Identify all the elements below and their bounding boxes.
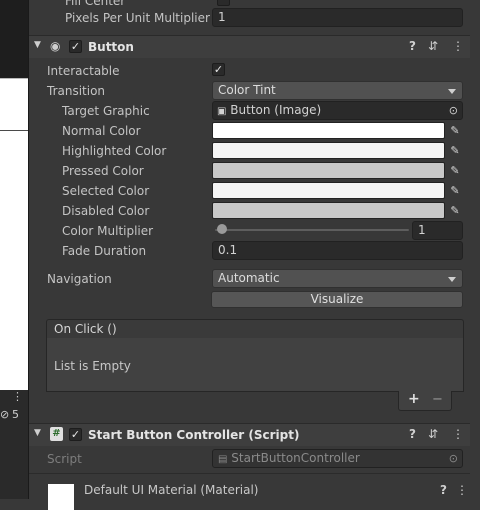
navigation-dropdown[interactable]: Automatic	[212, 269, 463, 288]
onclick-empty-text: List is Empty	[54, 359, 131, 373]
material-preview	[48, 484, 74, 510]
scene-canvas	[0, 78, 28, 391]
fill-center-checkbox[interactable]	[217, 0, 230, 6]
ppu-field[interactable]: 1	[212, 8, 463, 27]
settings-icon[interactable]: ⇵	[428, 39, 438, 53]
color-multiplier-field[interactable]: 1	[412, 221, 463, 240]
color-multiplier-thumb[interactable]	[217, 224, 227, 234]
foldout-arrow-icon[interactable]: ▼	[34, 428, 41, 438]
eyedropper-icon[interactable]: ✎	[447, 182, 463, 199]
eyedropper-icon[interactable]: ✎	[447, 162, 463, 179]
button-component-title: Button	[88, 40, 134, 54]
eyedropper-icon[interactable]: ✎	[447, 122, 463, 139]
material-separator	[29, 473, 470, 474]
help-icon[interactable]: ?	[409, 39, 416, 53]
help-icon[interactable]: ?	[440, 483, 447, 497]
interactable-label: Interactable	[47, 64, 120, 78]
scene-line	[0, 130, 28, 131]
target-graphic-value: Button (Image)	[230, 103, 322, 117]
settings-icon[interactable]: ⇵	[428, 427, 438, 441]
script-field: ▤ StartButtonController ⊙	[212, 449, 463, 468]
navigation-value: Automatic	[218, 271, 280, 285]
script-component-title: Start Button Controller (Script)	[88, 428, 300, 442]
script-file-icon: ▤	[218, 454, 228, 465]
visualize-button[interactable]: Visualize	[211, 291, 463, 308]
csharp-script-icon: #	[50, 427, 63, 441]
color-swatch[interactable]	[212, 182, 445, 199]
transition-value: Color Tint	[218, 83, 276, 97]
script-component-header[interactable]: ▼ # ✓ Start Button Controller (Script) ?…	[29, 423, 470, 446]
navigation-label: Navigation	[47, 272, 112, 286]
more-icon[interactable]: ⋮	[12, 390, 23, 403]
color-row-label: Highlighted Color	[62, 144, 167, 158]
image-icon: ▣	[217, 106, 227, 117]
remove-event-button[interactable]: −	[432, 392, 443, 407]
onclick-list: List is Empty	[46, 338, 464, 392]
onclick-footer: + −	[398, 391, 452, 411]
script-value: StartButtonController	[231, 451, 360, 465]
hidden-visibility-icon[interactable]: ⊘	[0, 408, 9, 421]
layer-count-badge: 5	[12, 408, 19, 421]
eyedropper-icon[interactable]: ✎	[447, 202, 463, 219]
onclick-header: On Click ()	[46, 319, 464, 339]
fade-duration-field[interactable]: 0.1	[212, 241, 463, 260]
fade-duration-label: Fade Duration	[62, 244, 147, 258]
button-component-header[interactable]: ▼ ◉ ✓ Button ? ⇵ ⋮	[29, 35, 470, 58]
script-enabled-checkbox[interactable]: ✓	[69, 428, 82, 441]
foldout-arrow-icon[interactable]: ▼	[34, 40, 41, 50]
add-event-button[interactable]: +	[408, 391, 420, 407]
transition-label: Transition	[47, 84, 106, 98]
color-swatch[interactable]	[212, 202, 445, 219]
color-multiplier-track[interactable]	[215, 229, 409, 231]
button-component-icon: ◉	[50, 39, 61, 53]
object-picker-icon: ⊙	[448, 452, 458, 465]
chevron-down-icon	[448, 277, 456, 282]
onclick-title: On Click ()	[54, 322, 117, 336]
hierarchy-panel: ⋮ ⊘ 5	[0, 390, 28, 499]
material-title: Default UI Material (Material)	[84, 483, 259, 497]
more-icon[interactable]: ⋮	[452, 39, 464, 53]
color-row-label: Pressed Color	[62, 164, 144, 178]
more-icon[interactable]: ⋮	[452, 427, 464, 441]
button-enabled-checkbox[interactable]: ✓	[69, 40, 82, 53]
color-row-label: Normal Color	[62, 124, 141, 138]
color-swatch[interactable]	[212, 162, 445, 179]
more-icon[interactable]: ⋮	[456, 483, 468, 497]
color-swatch[interactable]	[212, 142, 445, 159]
color-swatch[interactable]	[212, 122, 445, 139]
chevron-down-icon	[448, 89, 456, 94]
script-label: Script	[47, 452, 82, 466]
color-row-label: Selected Color	[62, 184, 150, 198]
interactable-checkbox[interactable]: ✓	[212, 63, 225, 76]
target-graphic-label: Target Graphic	[62, 104, 150, 118]
target-graphic-field[interactable]: ▣ Button (Image) ⊙	[212, 101, 463, 120]
eyedropper-icon[interactable]: ✎	[447, 142, 463, 159]
scene-background	[0, 0, 28, 78]
ppu-label: Pixels Per Unit Multiplier	[65, 11, 210, 25]
fill-center-label: Fill Center	[65, 0, 126, 8]
color-row-label: Disabled Color	[62, 204, 150, 218]
scene-view-strip: ⋮ ⊘ 5	[0, 0, 28, 499]
help-icon[interactable]: ?	[409, 427, 416, 441]
transition-dropdown[interactable]: Color Tint	[212, 81, 463, 100]
object-picker-icon[interactable]: ⊙	[449, 102, 458, 119]
color-multiplier-label: Color Multiplier	[62, 224, 154, 238]
